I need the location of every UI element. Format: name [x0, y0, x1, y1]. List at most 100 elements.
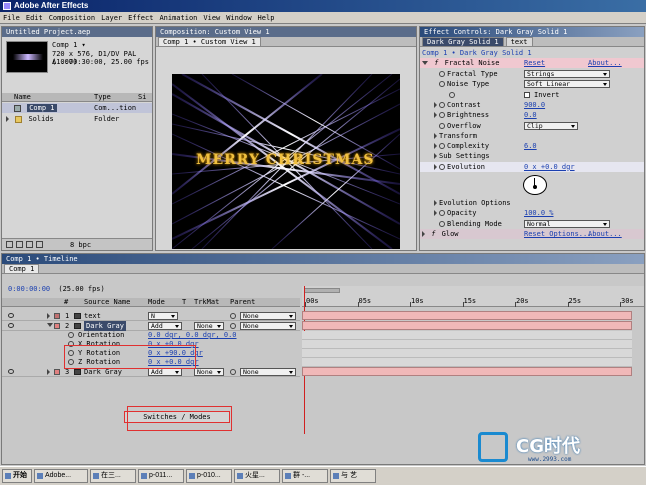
- expand-arrow-icon[interactable]: [434, 200, 437, 206]
- fx-param-row[interactable]: Invert: [420, 90, 644, 100]
- menu-item-edit[interactable]: Edit: [26, 14, 43, 22]
- interpret-icon[interactable]: [6, 241, 13, 248]
- label-color-swatch[interactable]: [54, 369, 60, 375]
- label-color-swatch[interactable]: [54, 323, 60, 329]
- tab-text[interactable]: text: [505, 37, 533, 46]
- layer-parent-dropdown[interactable]: None: [240, 322, 296, 330]
- layer-property-row[interactable]: Orientation 0.0 dgr, 0.0 dgr, 0.0: [2, 331, 300, 340]
- expand-arrow-icon[interactable]: [434, 132, 437, 139]
- timeline-layer-row[interactable]: 1 text N None: [2, 311, 300, 321]
- expand-arrow-icon[interactable]: [47, 369, 50, 375]
- glow-about-link[interactable]: About...: [588, 229, 622, 239]
- stopwatch-icon[interactable]: [439, 163, 445, 170]
- fx-param-row[interactable]: Evolution Options: [420, 198, 644, 208]
- menu-item-layer[interactable]: Layer: [101, 14, 122, 22]
- taskbar-button[interactable]: 在三...: [90, 469, 136, 483]
- fx-param-row[interactable]: Evolution 0 x +0.0 dgr: [420, 161, 644, 172]
- expand-arrow-icon[interactable]: [6, 116, 9, 122]
- collapse-arrow-icon[interactable]: [422, 61, 428, 65]
- expand-arrow-icon[interactable]: [434, 210, 437, 217]
- fx-param-value[interactable]: 900.0: [524, 100, 545, 110]
- expand-arrow-icon[interactable]: [434, 163, 437, 170]
- expand-arrow-icon[interactable]: [434, 143, 437, 150]
- menu-item-window[interactable]: Window: [226, 14, 251, 22]
- taskbar-button[interactable]: 火星...: [234, 469, 280, 483]
- stopwatch-icon[interactable]: [439, 122, 445, 129]
- layer-mode-dropdown[interactable]: Add: [148, 368, 182, 376]
- comp-viewport[interactable]: MERRY CHRISTMAS: [172, 74, 400, 249]
- timecode[interactable]: 0:00:00:00 (25.00 fps): [8, 285, 105, 293]
- layer-trkmat-dropdown[interactable]: None: [194, 322, 224, 330]
- layer-duration-bar[interactable]: [302, 321, 632, 330]
- fx-param-dropdown[interactable]: Clip: [524, 121, 578, 130]
- layer-parent-dropdown[interactable]: None: [240, 312, 296, 320]
- taskbar-button[interactable]: 与 艺: [330, 469, 376, 483]
- fx-param-value[interactable]: 0 x +0.0 dgr: [524, 162, 575, 172]
- project-item-comp[interactable]: Comp 1 Com...tion: [2, 103, 152, 113]
- fx-param-row[interactable]: Brightness 0.0: [420, 110, 644, 120]
- glow-reset-link[interactable]: Reset Options...: [524, 229, 591, 239]
- stopwatch-icon[interactable]: [439, 112, 445, 119]
- fx-param-row[interactable]: Transform: [420, 131, 644, 141]
- fx-param-dropdown[interactable]: Normal: [524, 219, 610, 228]
- layer-mode-dropdown[interactable]: N: [148, 312, 178, 320]
- visibility-eye-icon[interactable]: [8, 369, 14, 374]
- stopwatch-icon[interactable]: [439, 71, 445, 77]
- fx-param-value[interactable]: 100.0 %: [524, 208, 554, 218]
- tab-comp1-timeline[interactable]: Comp 1: [4, 264, 40, 273]
- stopwatch-icon[interactable]: [449, 91, 455, 98]
- visibility-eye-icon[interactable]: [8, 323, 14, 328]
- property-value[interactable]: 0.0 dgr, 0.0 dgr, 0.0: [148, 331, 237, 340]
- menu-item-help[interactable]: Help: [258, 14, 275, 22]
- menu-item-view[interactable]: View: [203, 14, 220, 22]
- fx-badge-icon[interactable]: f: [434, 59, 438, 67]
- project-item-solids[interactable]: Solids Folder: [2, 114, 152, 124]
- fx-param-value[interactable]: 0.0: [524, 110, 537, 120]
- fx-param-row[interactable]: Contrast 900.0: [420, 100, 644, 110]
- column-name[interactable]: Name: [14, 93, 31, 102]
- expand-arrow-icon[interactable]: [422, 231, 425, 237]
- parent-pickwhip-icon[interactable]: [230, 369, 236, 375]
- expand-arrow-icon[interactable]: [434, 153, 437, 160]
- expand-arrow-icon[interactable]: [434, 112, 437, 119]
- label-color-swatch[interactable]: [54, 313, 60, 319]
- fx-param-row[interactable]: Blending Mode Normal: [420, 219, 644, 229]
- fx-param-row[interactable]: Complexity 6.0: [420, 141, 644, 151]
- layer-trkmat-dropdown[interactable]: None: [194, 368, 224, 376]
- visibility-eye-icon[interactable]: [8, 313, 14, 318]
- fx-param-row[interactable]: Opacity 100.0 %: [420, 208, 644, 218]
- menu-item-animation[interactable]: Animation: [159, 14, 197, 22]
- tab-comp1[interactable]: Comp 1 • Custom View 1: [158, 37, 261, 46]
- start-button[interactable]: 开始: [2, 469, 32, 483]
- stopwatch-icon[interactable]: [439, 101, 445, 108]
- layer-parent-dropdown[interactable]: None: [240, 368, 296, 376]
- fx-param-value[interactable]: 6.0: [524, 141, 537, 151]
- stopwatch-icon[interactable]: [439, 220, 445, 227]
- timeline-layer-row[interactable]: 2 Dark Gray Add None None: [2, 321, 300, 331]
- layer-duration-bar[interactable]: [302, 367, 632, 376]
- reset-link[interactable]: Reset: [524, 58, 545, 68]
- comp-name[interactable]: Comp 1 ▾: [52, 41, 86, 49]
- trash-icon[interactable]: [36, 241, 43, 248]
- evolution-dial[interactable]: [523, 175, 547, 195]
- expand-arrow-icon[interactable]: [47, 323, 53, 327]
- tab-dark-gray-solid[interactable]: Dark Gray Solid 1: [422, 37, 504, 46]
- parent-pickwhip-icon[interactable]: [230, 323, 236, 329]
- stopwatch-icon[interactable]: [68, 332, 74, 338]
- invert-checkbox[interactable]: [524, 91, 530, 98]
- fx-param-row[interactable]: Sub Settings: [420, 151, 644, 161]
- stopwatch-icon[interactable]: [439, 143, 445, 150]
- timecode-value[interactable]: 0:00:00:00: [8, 285, 50, 293]
- layer-mode-dropdown[interactable]: Add: [148, 322, 182, 330]
- time-ruler[interactable]: 00s 05s 10s 15s 20s 25s 30s: [302, 286, 644, 307]
- layer-source-name[interactable]: text: [84, 311, 101, 321]
- stopwatch-icon[interactable]: [439, 81, 445, 88]
- fx-param-dropdown[interactable]: Strings: [524, 70, 610, 78]
- menu-item-file[interactable]: File: [3, 14, 20, 22]
- menu-item-composition[interactable]: Composition: [49, 14, 95, 22]
- taskbar-button[interactable]: 群 -...: [282, 469, 328, 483]
- column-type[interactable]: Type: [94, 93, 111, 102]
- bpc-label[interactable]: 8 bpc: [70, 241, 91, 249]
- about-link[interactable]: About...: [588, 58, 622, 68]
- layer-source-name[interactable]: Dark Gray: [84, 321, 126, 331]
